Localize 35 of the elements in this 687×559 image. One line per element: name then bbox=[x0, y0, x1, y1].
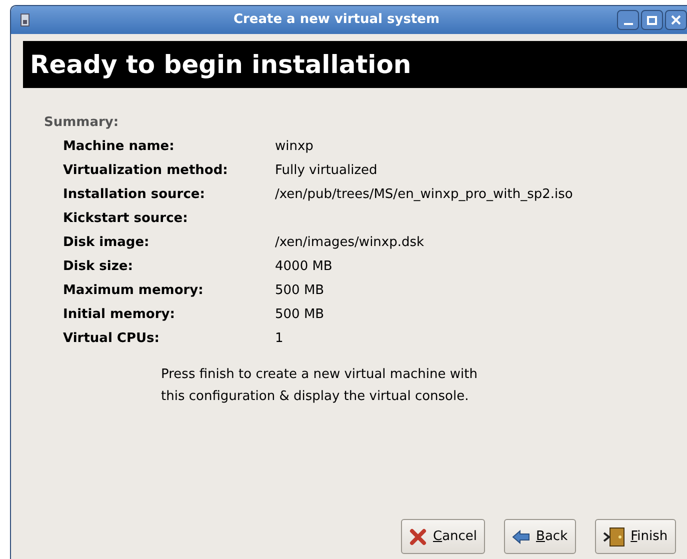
window-title: Create a new virtual system bbox=[232, 11, 441, 30]
close-icon bbox=[671, 15, 681, 25]
field-value: 500 MB bbox=[275, 306, 324, 324]
field-label: Kickstart source: bbox=[63, 210, 188, 228]
minimize-button[interactable] bbox=[617, 10, 639, 30]
back-button[interactable]: Back bbox=[504, 519, 576, 554]
finish-button[interactable]: Finish bbox=[594, 519, 676, 554]
field-label: Maximum memory: bbox=[63, 282, 204, 300]
field-value: /xen/pub/trees/MS/en_winxp_pro_with_sp2.iso bbox=[275, 186, 573, 204]
field-label: Installation source: bbox=[63, 186, 205, 204]
maximize-icon bbox=[647, 16, 657, 24]
field-label: Disk size: bbox=[63, 258, 133, 276]
minimize-icon bbox=[624, 23, 632, 25]
cancel-button[interactable]: Cancel bbox=[401, 519, 486, 554]
instruction-text: this configuration & display the virtual console. bbox=[161, 388, 469, 406]
cross-icon bbox=[409, 528, 427, 546]
summary-heading: Summary: bbox=[44, 115, 119, 131]
page-heading: Ready to begin installation bbox=[30, 48, 412, 81]
field-value: Fully virtualized bbox=[275, 162, 378, 180]
field-value: 1 bbox=[275, 330, 284, 348]
instruction-text: Press finish to create a new virtual machine with bbox=[161, 366, 478, 384]
maximize-button[interactable] bbox=[641, 10, 663, 30]
field-label: Machine name: bbox=[63, 138, 174, 156]
field-label: Disk image: bbox=[63, 234, 150, 252]
left-arrow-icon bbox=[512, 528, 530, 544]
field-value: winxp bbox=[275, 138, 314, 156]
field-value: /xen/images/winxp.dsk bbox=[275, 234, 424, 252]
app-icon bbox=[20, 13, 30, 27]
field-value: 4000 MB bbox=[275, 258, 332, 276]
close-button[interactable] bbox=[665, 10, 687, 30]
field-label: Virtual CPUs: bbox=[63, 330, 160, 348]
door-icon bbox=[602, 526, 625, 546]
field-label: Initial memory: bbox=[63, 306, 175, 324]
field-value: 500 MB bbox=[275, 282, 324, 300]
field-label: Virtualization method: bbox=[63, 162, 228, 180]
